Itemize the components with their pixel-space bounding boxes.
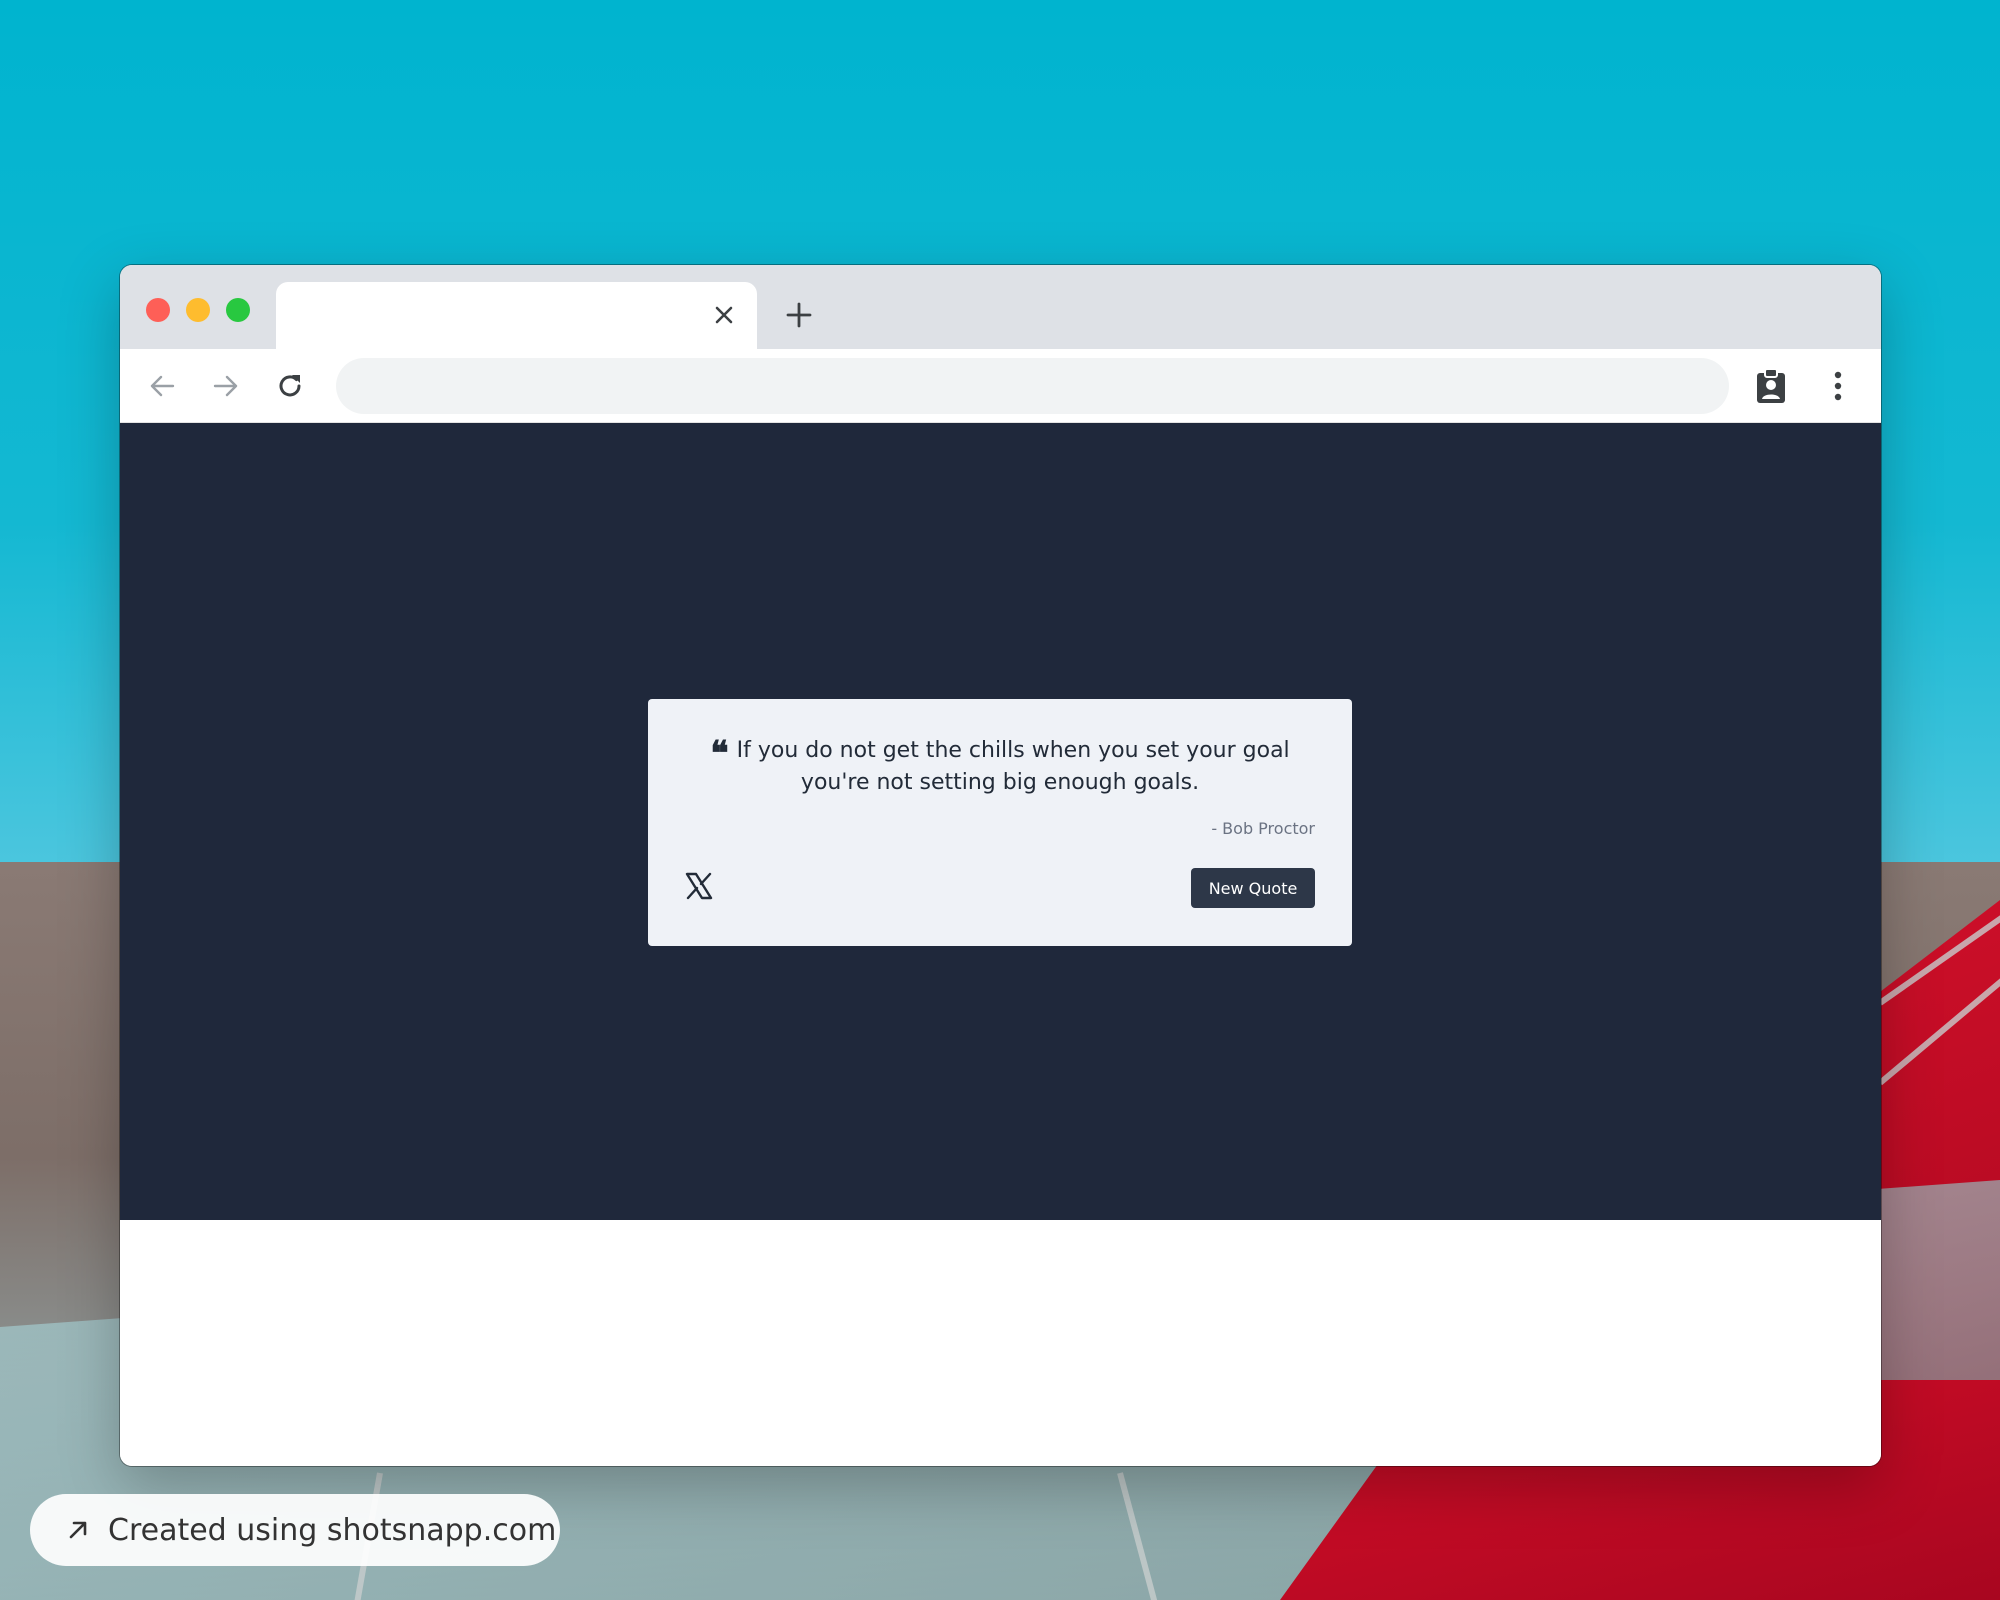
watermark-badge[interactable]: Created using shotsnapp.com — [30, 1494, 560, 1566]
forward-button[interactable] — [208, 368, 244, 404]
browser-menu-button[interactable] — [1820, 366, 1856, 406]
back-button[interactable] — [144, 368, 180, 404]
watermark-text: Created using shotsnapp.com — [108, 1512, 557, 1548]
extension-button[interactable] — [1751, 366, 1791, 406]
browser-toolbar — [120, 349, 1881, 423]
clipboard-account-icon — [1757, 368, 1785, 403]
window-maximize-button[interactable] — [226, 298, 250, 322]
browser-tab[interactable] — [276, 282, 757, 349]
reload-button[interactable] — [272, 368, 308, 404]
browser-window: ❝ If you do not get the chills when you s… — [120, 265, 1881, 1466]
kebab-menu-icon — [1834, 371, 1842, 401]
quote-text-container: ❝ If you do not get the chills when you s… — [692, 735, 1308, 799]
page-content: ❝ If you do not get the chills when you s… — [120, 423, 1881, 1220]
address-bar[interactable] — [336, 358, 1729, 414]
x-twitter-icon — [685, 872, 713, 900]
close-icon — [715, 306, 733, 324]
quote-card: ❝ If you do not get the chills when you s… — [648, 699, 1352, 946]
share-on-x-link[interactable] — [684, 871, 714, 901]
arrow-up-right-icon — [69, 1521, 87, 1539]
arrow-left-icon — [150, 375, 175, 397]
tab-bar — [120, 265, 1881, 349]
page-blank-area — [120, 1220, 1881, 1466]
quote-left-icon: ❝ — [710, 734, 729, 774]
new-tab-button[interactable] — [782, 298, 816, 332]
window-minimize-button[interactable] — [186, 298, 210, 322]
reload-icon — [279, 375, 301, 397]
window-close-button[interactable] — [146, 298, 170, 322]
quote-author: - Bob Proctor — [1211, 819, 1315, 838]
tab-close-button[interactable] — [709, 300, 739, 330]
plus-icon — [786, 302, 812, 328]
new-quote-button[interactable]: New Quote — [1191, 868, 1315, 908]
arrow-right-icon — [213, 375, 238, 397]
quote-text: If you do not get the chills when you se… — [736, 738, 1290, 795]
